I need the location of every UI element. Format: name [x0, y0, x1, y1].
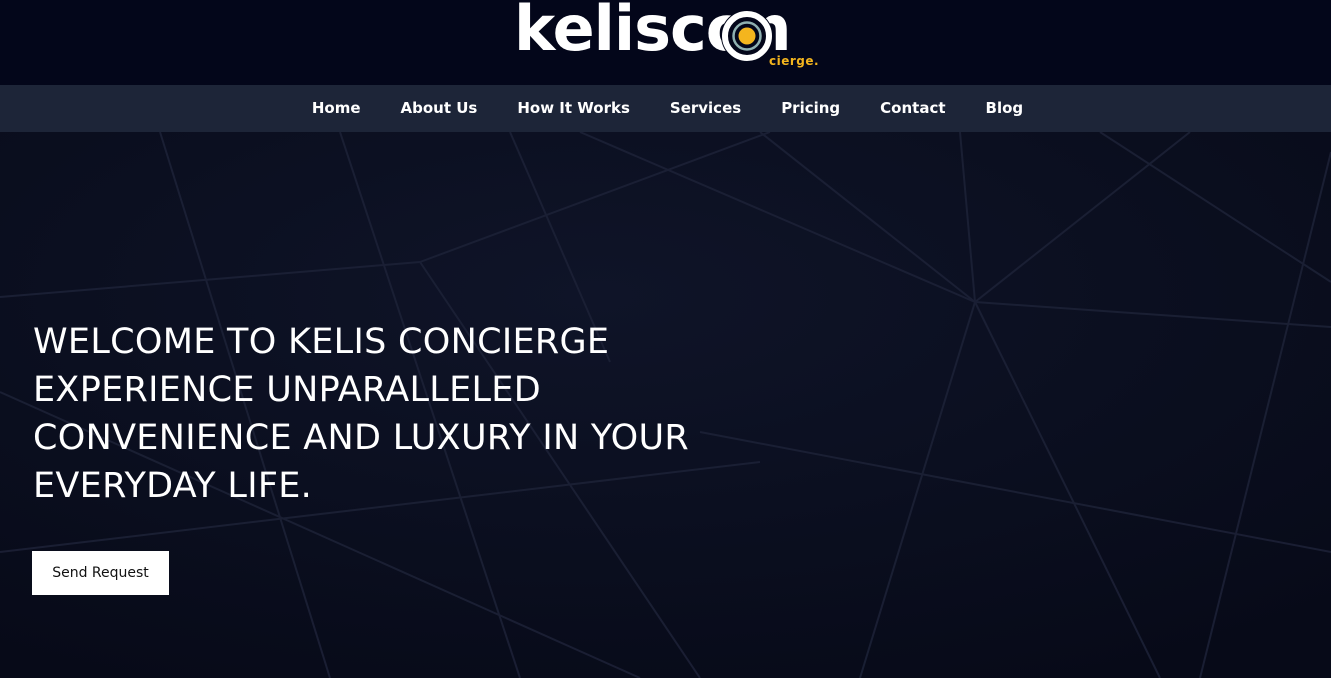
nav-item-blog[interactable]: Blog — [986, 99, 1024, 117]
nav-item-pricing[interactable]: Pricing — [781, 99, 840, 117]
hero-heading-line: EVERYDAY LIFE. — [33, 466, 313, 506]
hero-section: WELCOME TO KELIS CONCIERGE EXPERIENCE UN… — [0, 132, 1331, 678]
hero-heading: WELCOME TO KELIS CONCIERGE EXPERIENCE UN… — [33, 318, 793, 510]
site-logo[interactable]: keliscon cierge. — [514, 0, 824, 72]
nav-item-services[interactable]: Services — [670, 99, 741, 117]
main-navigation: Home About Us How It Works Services Pric… — [0, 85, 1331, 132]
logo-tagline: cierge. — [769, 54, 820, 68]
nav-item-about-us[interactable]: About Us — [401, 99, 478, 117]
nav-item-home[interactable]: Home — [312, 99, 361, 117]
nav-item-how-it-works[interactable]: How It Works — [517, 99, 630, 117]
target-logo-icon — [721, 10, 773, 62]
page: keliscon cierge. Home About Us How It Wo… — [0, 0, 1331, 678]
header: keliscon cierge. — [0, 0, 1331, 85]
send-request-button[interactable]: Send Request — [32, 551, 169, 595]
nav-list: Home About Us How It Works Services Pric… — [0, 85, 1331, 132]
hero-heading-line: WELCOME TO KELIS CONCIERGE — [33, 322, 610, 362]
hero-heading-line: CONVENIENCE AND LUXURY IN YOUR — [33, 418, 690, 458]
hero-heading-line: EXPERIENCE UNPARALLELED — [33, 370, 541, 410]
nav-item-contact[interactable]: Contact — [880, 99, 945, 117]
